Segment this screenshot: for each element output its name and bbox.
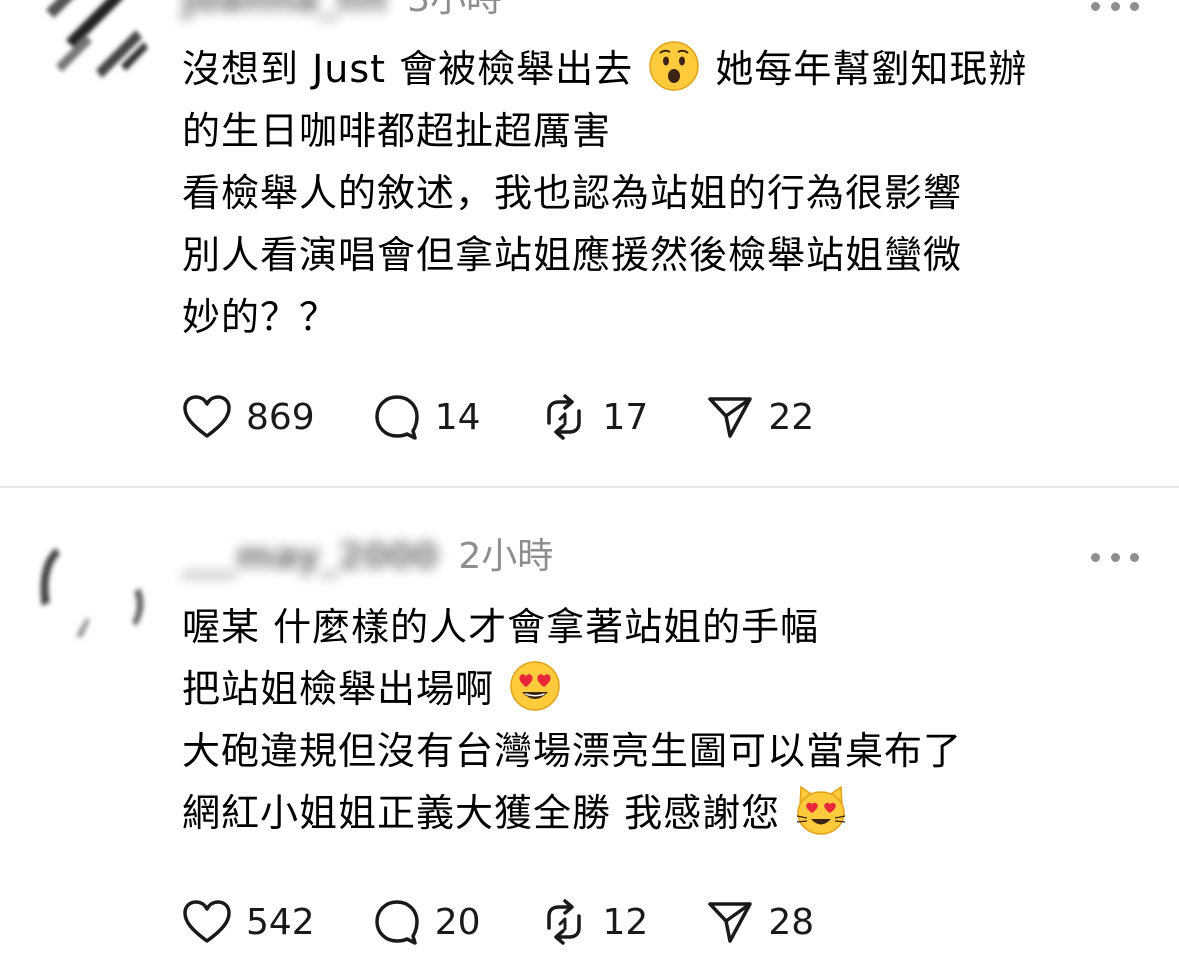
timestamp: 2小時	[458, 536, 554, 577]
heart-eyes-cat-icon	[797, 785, 846, 835]
avatar-image	[40, 548, 144, 638]
post-text-line: 的生日咖啡都超扯超厲害	[182, 109, 612, 153]
post-header: ___may_2000 2小時	[182, 535, 1139, 579]
post-text-line: 看檢舉人的敘述，我也認為站姐的行為很影響	[182, 171, 963, 215]
repost-arrows-icon	[546, 899, 581, 945]
share-count: 28	[768, 901, 815, 943]
reply-button[interactable]: 14	[373, 393, 481, 441]
like-count: 542	[246, 901, 315, 943]
repost-button[interactable]: 17	[539, 393, 649, 441]
reply-count: 14	[434, 396, 481, 438]
threads-feed: joanna_lin 3小時 沒想到 Just 會被檢舉出去 她每年幫劉知珉辦	[0, 0, 1179, 971]
heart-outline-icon	[183, 900, 231, 943]
post-text-line: 喔某 什麼樣的人才會拿著站姐的手幅	[182, 605, 820, 649]
post-text-line: 把站姐檢舉出場啊	[182, 658, 1139, 720]
like-count: 869	[246, 396, 315, 438]
post[interactable]: ___may_2000 2小時 喔某 什麼樣的人才會拿著站姐的手幅 把站姐檢舉出…	[0, 488, 1179, 971]
repost-button[interactable]: 12	[539, 898, 649, 946]
action-bar: 869 14 17 22	[182, 391, 872, 443]
like-button[interactable]: 869	[182, 394, 315, 440]
paper-plane-icon	[708, 397, 753, 438]
post-body: 沒想到 Just 會被檢舉出去 她每年幫劉知珉辦 的生日咖啡都超扯超厲害 看檢舉…	[182, 38, 1139, 348]
repost-count: 17	[602, 396, 649, 438]
post-header: joanna_lin 3小時	[182, 0, 1139, 22]
heart-outline-icon	[183, 395, 231, 438]
share-button[interactable]: 28	[706, 899, 814, 945]
speech-bubble-icon	[374, 900, 419, 945]
reply-count: 20	[434, 901, 481, 943]
more-options-icon[interactable]	[1091, 0, 1139, 28]
heart-eyes-face-icon	[510, 661, 560, 711]
speech-bubble-icon	[374, 395, 419, 440]
post-text-line: 別人看演唱會但拿站姐應援然後檢舉站姐蠻微	[182, 233, 963, 277]
paper-plane-icon	[708, 902, 753, 943]
share-count: 22	[768, 396, 815, 438]
avatar-image	[46, 0, 148, 78]
timestamp: 3小時	[407, 0, 502, 22]
post-text-line: 大砲違規但沒有台灣場漂亮生圖可以當桌布了	[182, 729, 963, 773]
repost-count: 12	[602, 901, 649, 943]
share-button[interactable]: 22	[706, 394, 814, 440]
post-text-line: 沒想到 Just 會被檢舉出去 她每年幫劉知珉辦	[182, 38, 1139, 100]
repost-arrows-icon	[546, 394, 581, 440]
reply-button[interactable]: 20	[373, 898, 481, 946]
post-text-line: 妙的？？	[182, 295, 339, 339]
username[interactable]: joanna_lin	[182, 0, 387, 22]
post[interactable]: joanna_lin 3小時 沒想到 Just 會被檢舉出去 她每年幫劉知珉辦	[0, 0, 1179, 487]
username[interactable]: ___may_2000	[182, 535, 438, 579]
avatar[interactable]	[36, 0, 152, 86]
avatar[interactable]	[36, 528, 152, 644]
post-body: 喔某 什麼樣的人才會拿著站姐的手幅 把站姐檢舉出場啊 大砲違規但沒有台灣場漂亮生…	[182, 596, 1139, 844]
like-button[interactable]: 542	[182, 899, 315, 945]
post-text-line: 網紅小姐姐正義大獲全勝 我感謝您	[182, 782, 1139, 844]
action-bar: 542 20 12 28	[182, 896, 872, 948]
hushed-face-icon	[649, 41, 699, 91]
more-options-icon[interactable]	[1091, 535, 1139, 579]
